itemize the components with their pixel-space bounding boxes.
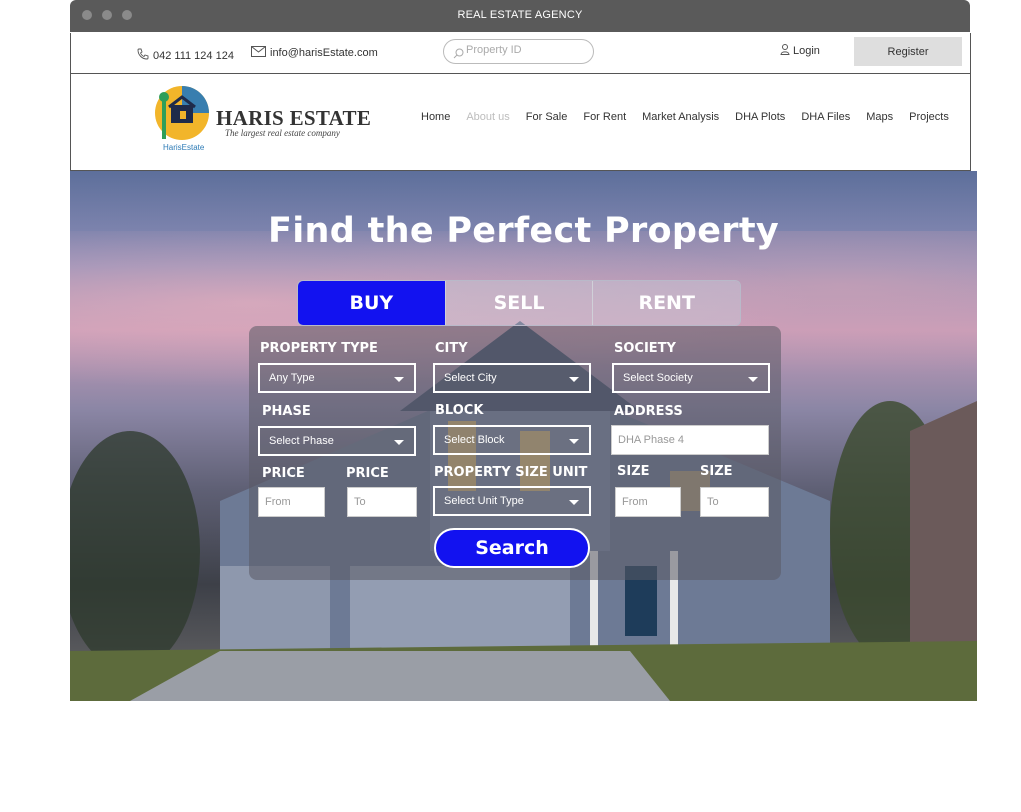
phase-label: PHASE	[262, 404, 311, 419]
size-unit-value: Select Unit Type	[444, 495, 524, 507]
nav-home[interactable]: Home	[421, 111, 450, 123]
search-form-panel: PROPERTY TYPE Any Type CITY Select City …	[249, 326, 781, 580]
city-select[interactable]: Select City	[433, 363, 591, 393]
phase-value: Select Phase	[269, 435, 334, 447]
price-from-input[interactable]	[258, 487, 325, 517]
block-select[interactable]: Select Block	[433, 425, 591, 455]
property-id-search[interactable]	[443, 39, 594, 64]
tab-sell[interactable]: SELL	[445, 281, 594, 325]
nav-market-analysis[interactable]: Market Analysis	[642, 111, 719, 123]
nav-projects[interactable]: Projects	[909, 111, 949, 123]
nav-dha-plots[interactable]: DHA Plots	[735, 111, 785, 123]
size-from-label: SIZE	[617, 464, 650, 479]
listing-type-tabs: BUY SELL RENT	[297, 280, 741, 326]
chevron-down-icon	[569, 439, 579, 444]
phone-icon	[137, 48, 149, 63]
price-from-label: PRICE	[262, 466, 305, 481]
browser-window: REAL ESTATE AGENCY 042 111 124 124 info@…	[70, 0, 977, 701]
size-to-input[interactable]	[700, 487, 769, 517]
chevron-down-icon	[394, 440, 404, 445]
society-label: SOCIETY	[614, 341, 676, 356]
login-link[interactable]: Login	[780, 44, 820, 58]
main-navbar: HARIS ESTATE The largest real estate com…	[70, 74, 971, 171]
brand-logo[interactable]: HARIS ESTATE The largest real estate com…	[154, 85, 374, 155]
chevron-down-icon	[394, 377, 404, 382]
search-icon	[453, 46, 464, 64]
email-address: info@harisEstate.com	[270, 47, 378, 59]
nav-dha-files[interactable]: DHA Files	[801, 111, 850, 123]
city-value: Select City	[444, 372, 497, 384]
primary-nav: Home About us For Sale For Rent Market A…	[421, 111, 965, 123]
search-button[interactable]: Search	[434, 528, 590, 568]
society-select[interactable]: Select Society	[612, 363, 770, 393]
price-to-label: PRICE	[346, 466, 389, 481]
address-input[interactable]	[611, 425, 769, 455]
tab-rent[interactable]: RENT	[593, 281, 740, 325]
block-label: BLOCK	[435, 403, 484, 418]
city-label: CITY	[435, 341, 468, 356]
price-to-input[interactable]	[347, 487, 417, 517]
nav-for-sale[interactable]: For Sale	[526, 111, 568, 123]
login-label: Login	[793, 45, 820, 57]
chevron-down-icon	[569, 377, 579, 382]
chevron-down-icon	[569, 500, 579, 505]
property-id-input[interactable]	[466, 44, 586, 56]
logo-mark-icon	[155, 86, 209, 140]
property-type-label: PROPERTY TYPE	[260, 341, 378, 356]
register-button[interactable]: Register	[854, 37, 962, 66]
brand-small-name: HarisEstate	[163, 143, 205, 152]
chevron-down-icon	[748, 377, 758, 382]
block-value: Select Block	[444, 434, 505, 446]
envelope-icon	[251, 46, 266, 60]
top-contact-bar: 042 111 124 124 info@harisEstate.com Log…	[70, 33, 971, 74]
nav-about-us[interactable]: About us	[466, 111, 509, 123]
address-label: ADDRESS	[614, 404, 683, 419]
society-value: Select Society	[623, 372, 693, 384]
phase-select[interactable]: Select Phase	[258, 426, 416, 456]
size-to-label: SIZE	[700, 464, 733, 479]
size-from-input[interactable]	[615, 487, 681, 517]
window-title: REAL ESTATE AGENCY	[457, 9, 583, 21]
size-unit-label: PROPERTY SIZE UNIT	[434, 465, 588, 480]
nav-for-rent[interactable]: For Rent	[583, 111, 626, 123]
size-unit-select[interactable]: Select Unit Type	[433, 486, 591, 516]
nav-maps[interactable]: Maps	[866, 111, 893, 123]
phone-number: 042 111 124 124	[153, 49, 234, 62]
title-bar: REAL ESTATE AGENCY	[70, 0, 970, 32]
hero-title: Find the Perfect Property	[268, 211, 779, 251]
hero-section: Find the Perfect Property BUY SELL RENT …	[70, 171, 977, 701]
user-icon	[780, 44, 790, 58]
tab-buy[interactable]: BUY	[298, 281, 446, 325]
property-type-select[interactable]: Any Type	[258, 363, 416, 393]
email-contact[interactable]: info@harisEstate.com	[251, 46, 378, 60]
brand-tagline: The largest real estate company	[225, 128, 340, 138]
phone-contact[interactable]: 042 111 124 124	[137, 48, 234, 63]
property-type-value: Any Type	[269, 372, 315, 384]
